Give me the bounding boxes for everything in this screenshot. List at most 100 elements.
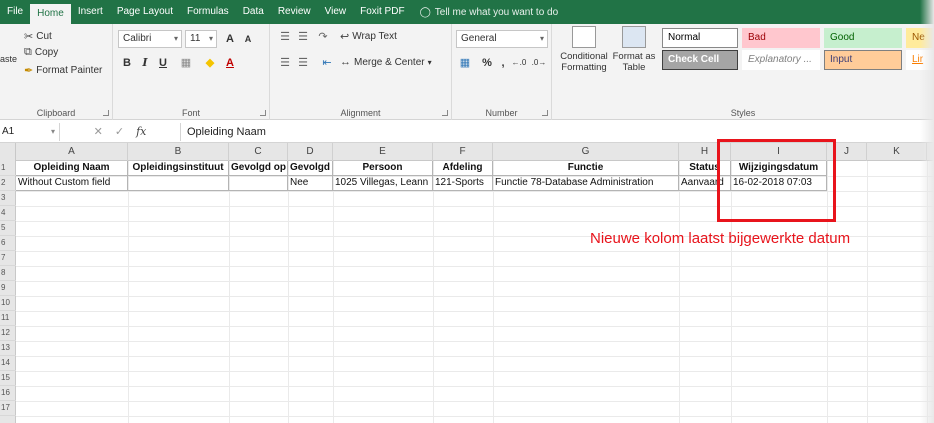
borders-icon[interactable]: ▦ <box>177 54 195 72</box>
tab-review[interactable]: Review <box>271 0 318 24</box>
cell-g2[interactable]: Functie 78-Database Administration <box>493 176 679 191</box>
tab-view[interactable]: View <box>318 0 354 24</box>
row-header[interactable]: 8 <box>0 266 16 281</box>
row-header[interactable]: 12 <box>0 326 16 341</box>
tell-me-box[interactable]: ◯ Tell me what you want to do <box>420 7 559 18</box>
font-color-icon[interactable]: A <box>221 54 239 72</box>
font-name-select[interactable]: Calibri ▾ <box>118 30 182 48</box>
style-explanatory[interactable]: Explanatory ... <box>742 50 820 70</box>
column-header-a[interactable]: A <box>16 143 128 161</box>
bold-icon[interactable]: B <box>118 54 136 72</box>
tab-page-layout[interactable]: Page Layout <box>110 0 180 24</box>
increase-decimal-icon[interactable]: ←.0 <box>510 54 528 72</box>
cell-g1[interactable]: Functie <box>493 161 679 176</box>
cell-f1[interactable]: Afdeling <box>433 161 493 176</box>
chevron-down-icon: ▾ <box>50 126 55 136</box>
copy-icon: ⧉ <box>24 46 32 58</box>
style-bad[interactable]: Bad <box>742 28 820 48</box>
row-header[interactable]: 7 <box>0 251 16 266</box>
cell-e2[interactable]: 1025 Villegas, Leann <box>333 176 433 191</box>
row-header[interactable]: 17 <box>0 401 16 416</box>
paste-button[interactable]: aste <box>0 54 17 64</box>
gridline-horizontal <box>16 386 934 387</box>
cell-e1[interactable]: Persoon <box>333 161 433 176</box>
row-header[interactable]: 10 <box>0 296 16 311</box>
align-top-icon[interactable]: ☰ <box>276 28 294 46</box>
style-good[interactable]: Good <box>824 28 902 48</box>
italic-icon[interactable]: I <box>136 54 154 72</box>
column-header-d[interactable]: D <box>288 143 333 161</box>
orientation-icon[interactable]: ↷ <box>314 28 332 46</box>
column-header-k[interactable]: K <box>867 143 927 161</box>
underline-icon[interactable]: U <box>154 54 172 72</box>
gridline-horizontal <box>16 416 934 417</box>
grow-font-icon[interactable]: A <box>221 30 239 48</box>
currency-icon[interactable]: ▦ <box>456 54 474 72</box>
row-header[interactable]: 14 <box>0 356 16 371</box>
column-header-g[interactable]: G <box>493 143 679 161</box>
align-left-icon[interactable]: ☰ <box>276 54 294 72</box>
clipboard-launcher-icon[interactable] <box>103 110 109 116</box>
decrease-indent-icon[interactable]: ⇤ <box>318 54 336 72</box>
cell-f2[interactable]: 121-Sports <box>433 176 493 191</box>
wrap-text-button[interactable]: ↩ Wrap Text <box>340 30 397 43</box>
row-header-column: 1 2 3 4 5 6 7 8 9 10 11 12 13 14 15 16 17 <box>0 161 16 423</box>
column-header-b[interactable]: B <box>128 143 229 161</box>
row-header[interactable]: 16 <box>0 386 16 401</box>
cut-button[interactable]: ✂ Cut <box>24 30 52 43</box>
copy-button[interactable]: ⧉ Copy <box>24 46 58 59</box>
row-header[interactable]: 6 <box>0 236 16 251</box>
row-header[interactable]: 4 <box>0 206 16 221</box>
cell-c2[interactable] <box>229 176 288 191</box>
row-header[interactable]: 1 <box>0 161 16 176</box>
font-launcher-icon[interactable] <box>260 110 266 116</box>
row-header[interactable]: 13 <box>0 341 16 356</box>
cell-b1[interactable]: Opleidingsinstituut <box>128 161 229 176</box>
row-header[interactable]: 3 <box>0 191 16 206</box>
row-header[interactable]: 2 <box>0 176 16 191</box>
column-header-e[interactable]: E <box>333 143 433 161</box>
column-header-f[interactable]: F <box>433 143 493 161</box>
align-middle-icon[interactable]: ☰ <box>294 28 312 46</box>
decrease-decimal-icon[interactable]: .0→ <box>530 54 548 72</box>
font-size-select[interactable]: 11 ▾ <box>185 30 217 48</box>
cell-a2[interactable]: Without Custom field <box>16 176 128 191</box>
cell-c1[interactable]: Gevolgd op <box>229 161 288 176</box>
style-normal[interactable]: Normal <box>662 28 738 48</box>
insert-function-icon[interactable]: fx <box>136 125 146 138</box>
align-center-icon[interactable]: ☰ <box>294 54 312 72</box>
name-box[interactable]: A1 ▾ <box>0 122 60 141</box>
alignment-launcher-icon[interactable] <box>442 110 448 116</box>
cell-b2[interactable] <box>128 176 229 191</box>
row-header[interactable]: 9 <box>0 281 16 296</box>
shrink-font-icon[interactable]: A <box>239 30 257 48</box>
format-painter-button[interactable]: ✒ Format Painter <box>24 64 102 77</box>
merge-center-button[interactable]: ↔ Merge & Center ▾ <box>340 56 432 68</box>
select-all-corner[interactable] <box>0 143 16 161</box>
column-header-c[interactable]: C <box>229 143 288 161</box>
conditional-formatting-button[interactable]: Conditional Formatting <box>558 26 610 73</box>
format-as-table-button[interactable]: Format as Table <box>612 26 656 73</box>
formula-input[interactable]: Opleiding Naam <box>180 122 934 141</box>
fill-color-icon[interactable]: ◆ <box>201 54 219 72</box>
row-header[interactable]: 5 <box>0 221 16 236</box>
tab-formulas[interactable]: Formulas <box>180 0 236 24</box>
number-format-select[interactable]: General ▾ <box>456 30 548 48</box>
row-header[interactable]: 15 <box>0 371 16 386</box>
tab-data[interactable]: Data <box>236 0 271 24</box>
cell-a1[interactable]: Opleiding Naam <box>16 161 128 176</box>
tab-home[interactable]: Home <box>30 4 71 24</box>
check-icon[interactable]: ✓ <box>115 125 124 138</box>
number-launcher-icon[interactable] <box>542 110 548 116</box>
gridline-vertical <box>128 161 129 423</box>
style-input[interactable]: Input <box>824 50 902 70</box>
cell-d1[interactable]: Gevolgd <box>288 161 333 176</box>
cancel-icon[interactable]: ✕ <box>94 125 103 138</box>
tab-file[interactable]: File <box>0 0 30 24</box>
row-header[interactable]: 11 <box>0 311 16 326</box>
tab-insert[interactable]: Insert <box>71 0 110 24</box>
tab-foxit-pdf[interactable]: Foxit PDF <box>353 0 411 24</box>
cell-d2[interactable]: Nee <box>288 176 333 191</box>
style-check-cell[interactable]: Check Cell <box>662 50 738 70</box>
table-icon <box>622 26 646 48</box>
